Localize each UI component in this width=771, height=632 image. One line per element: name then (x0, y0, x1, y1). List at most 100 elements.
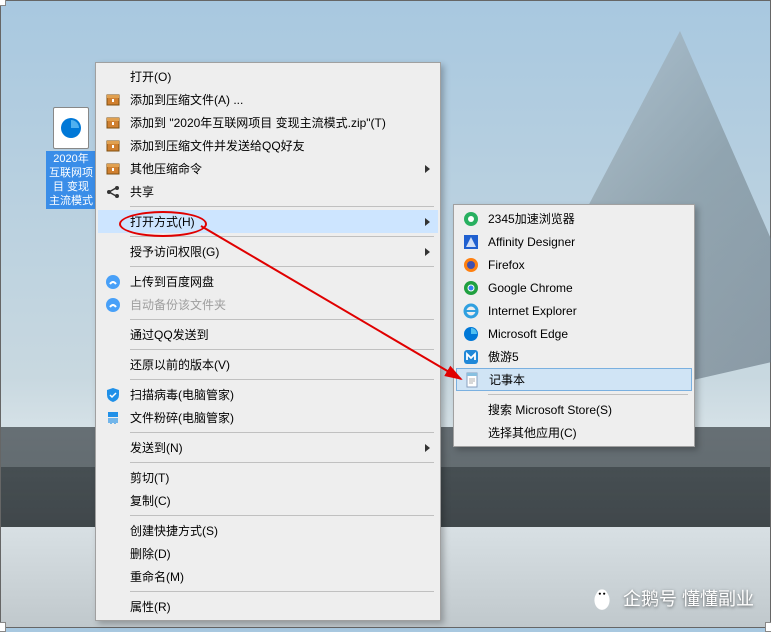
ie-icon (460, 302, 482, 320)
context-menu-item-19[interactable]: 重命名(M) (98, 565, 438, 588)
desktop-file-icon[interactable]: 2020年互联网项目 变现主流模式 (46, 107, 96, 209)
context-menu-item-label: 打开(O) (130, 68, 414, 85)
context-menu-item-16[interactable]: 复制(C) (98, 489, 438, 512)
context-menu-item-label: 扫描病毒(电脑管家) (130, 386, 414, 403)
openwith-item-0[interactable]: 2345加速浏览器 (456, 207, 692, 230)
desktop-file-label: 2020年互联网项目 变现主流模式 (46, 151, 96, 209)
openwith-item-label: Affinity Designer (488, 235, 668, 249)
openwith-item-label: Microsoft Edge (488, 327, 668, 341)
menu-separator (130, 379, 434, 380)
share-icon (102, 183, 124, 201)
context-menu-item-label: 重命名(M) (130, 568, 414, 585)
context-menu-item-14[interactable]: 发送到(N) (98, 436, 438, 459)
openwith-item-8[interactable]: 搜索 Microsoft Store(S) (456, 398, 692, 421)
context-menu-item-label: 授予访问权限(G) (130, 243, 414, 260)
context-menu-item-label: 其他压缩命令 (130, 160, 414, 177)
firefox-icon (460, 256, 482, 274)
context-menu-item-label: 添加到压缩文件(A) ... (130, 91, 414, 108)
openwith-item-6[interactable]: 傲游5 (456, 345, 692, 368)
blank-icon (460, 424, 482, 442)
context-menu-item-9[interactable]: 自动备份该文件夹 (98, 293, 438, 316)
context-menu-item-12[interactable]: 扫描病毒(电脑管家) (98, 383, 438, 406)
context-menu-item-20[interactable]: 属性(R) (98, 595, 438, 618)
context-menu-item-label: 创建快捷方式(S) (130, 522, 414, 539)
blank-icon (102, 356, 124, 374)
context-menu-item-1[interactable]: 添加到压缩文件(A) ... (98, 88, 438, 111)
context-menu-item-label: 属性(R) (130, 598, 414, 615)
openwith-item-label: 记事本 (489, 371, 667, 388)
maxthon-icon (460, 348, 482, 366)
context-menu-item-8[interactable]: 上传到百度网盘 (98, 270, 438, 293)
submenu-arrow-icon (425, 248, 430, 256)
blank-icon (102, 598, 124, 616)
blank-icon (102, 492, 124, 510)
context-menu-item-7[interactable]: 授予访问权限(G) (98, 240, 438, 263)
openwith-item-label: Internet Explorer (488, 304, 668, 318)
blank-icon (102, 439, 124, 457)
openwith-item-4[interactable]: Internet Explorer (456, 299, 692, 322)
context-menu-item-18[interactable]: 删除(D) (98, 542, 438, 565)
affinity-icon (460, 233, 482, 251)
watermark-text: 企鹅号 懂懂副业 (623, 585, 754, 611)
menu-separator (130, 591, 434, 592)
blank-icon (102, 326, 124, 344)
context-menu-item-label: 复制(C) (130, 492, 414, 509)
context-menu-item-4[interactable]: 其他压缩命令 (98, 157, 438, 180)
blank-icon (102, 522, 124, 540)
baidu-icon (102, 296, 124, 314)
openwith-item-3[interactable]: Google Chrome (456, 276, 692, 299)
context-menu-item-2[interactable]: 添加到 "2020年互联网项目 变现主流模式.zip"(T) (98, 111, 438, 134)
menu-separator (130, 349, 434, 350)
blank-icon (460, 401, 482, 419)
context-menu: 打开(O) 添加到压缩文件(A) ... 添加到 "2020年互联网项目 变现主流模… (95, 62, 441, 621)
context-menu-item-label: 删除(D) (130, 545, 414, 562)
openwith-item-1[interactable]: Affinity Designer (456, 230, 692, 253)
submenu-arrow-icon (425, 165, 430, 173)
blank-icon (102, 68, 124, 86)
menu-separator (130, 432, 434, 433)
archive-icon (102, 91, 124, 109)
openwith-item-label: 2345加速浏览器 (488, 210, 668, 227)
context-menu-item-label: 通过QQ发送到 (130, 326, 414, 343)
context-menu-item-label: 自动备份该文件夹 (130, 296, 414, 313)
edge-file-icon (53, 107, 89, 149)
context-menu-item-label: 打开方式(H) (130, 213, 414, 230)
context-menu-item-10[interactable]: 通过QQ发送到 (98, 323, 438, 346)
context-menu-item-13[interactable]: 文件粉碎(电脑管家) (98, 406, 438, 429)
context-menu-item-label: 上传到百度网盘 (130, 273, 414, 290)
openwith-item-label: Firefox (488, 258, 668, 272)
context-menu-item-17[interactable]: 创建快捷方式(S) (98, 519, 438, 542)
watermark: 企鹅号 懂懂副业 (589, 585, 754, 611)
menu-separator (130, 462, 434, 463)
context-menu-item-label: 添加到 "2020年互联网项目 变现主流模式.zip"(T) (130, 114, 414, 131)
openwith-item-label: 搜索 Microsoft Store(S) (488, 401, 668, 418)
blank-icon (102, 213, 124, 231)
openwith-item-label: 傲游5 (488, 348, 668, 365)
context-menu-item-label: 添加到压缩文件并发送给QQ好友 (130, 137, 414, 154)
openwith-item-5[interactable]: Microsoft Edge (456, 322, 692, 345)
menu-separator (130, 206, 434, 207)
open-with-submenu: 2345加速浏览器 Affinity Designer Firefox Google … (453, 204, 695, 447)
openwith-item-9[interactable]: 选择其他应用(C) (456, 421, 692, 444)
submenu-arrow-icon (425, 444, 430, 452)
context-menu-item-3[interactable]: 添加到压缩文件并发送给QQ好友 (98, 134, 438, 157)
context-menu-item-11[interactable]: 还原以前的版本(V) (98, 353, 438, 376)
context-menu-item-0[interactable]: 打开(O) (98, 65, 438, 88)
context-menu-item-label: 文件粉碎(电脑管家) (130, 409, 414, 426)
context-menu-item-label: 剪切(T) (130, 469, 414, 486)
baidu-icon (102, 273, 124, 291)
penguin-icon (589, 585, 615, 611)
openwith-item-2[interactable]: Firefox (456, 253, 692, 276)
openwith-item-7[interactable]: 记事本 (456, 368, 692, 391)
shield-icon (102, 386, 124, 404)
context-menu-item-6[interactable]: 打开方式(H) (98, 210, 438, 233)
menu-separator (130, 236, 434, 237)
context-menu-item-label: 发送到(N) (130, 439, 414, 456)
context-menu-item-15[interactable]: 剪切(T) (98, 466, 438, 489)
edge-icon (460, 325, 482, 343)
submenu-arrow-icon (425, 218, 430, 226)
context-menu-item-5[interactable]: 共享 (98, 180, 438, 203)
b2345-icon (460, 210, 482, 228)
shred-icon (102, 409, 124, 427)
menu-separator (130, 515, 434, 516)
